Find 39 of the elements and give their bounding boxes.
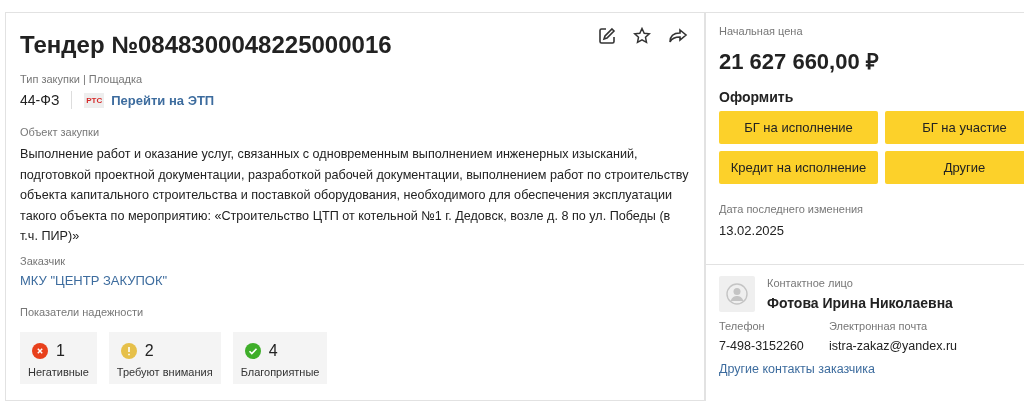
field-label: Тип закупки | Площадка xyxy=(20,73,144,85)
section-heading: Оформить xyxy=(719,89,795,105)
customer-link[interactable]: МКУ "ЦЕНТР ЗАКУПОК" xyxy=(20,272,168,288)
apply-button[interactable]: БГ на участие xyxy=(885,111,1024,144)
field-label: Показатели надежности xyxy=(20,305,145,318)
contact-name: Фотова Ирина Николаевна xyxy=(767,295,953,311)
reliability-count: 2 xyxy=(144,341,154,360)
edit-icon[interactable] xyxy=(598,27,616,45)
reliability-label: Требуют внимания xyxy=(116,365,213,378)
field-label: Контактное лицо xyxy=(767,277,854,289)
contacts-link[interactable]: Другие контакты заказчика xyxy=(719,362,876,376)
reliability-count: 4 xyxy=(268,341,278,360)
field-label: Заказчик xyxy=(20,254,67,267)
tender-title: Тендер №0848300048225000016 xyxy=(20,31,392,59)
law-value: 44-ФЗ xyxy=(20,92,60,108)
reliability-tile[interactable]: 4 Благоприятные xyxy=(232,331,328,384)
reliability-tile[interactable]: 2 Требуют внимания xyxy=(108,331,221,384)
reliability-label: Благоприятные xyxy=(240,365,320,378)
reliability-label: Негативные xyxy=(28,365,89,378)
email-value: istra-zakaz@yandex.ru xyxy=(829,339,958,353)
procurement-object-text: Выполнение работ и оказание услуг, связанных с одновременным выполнением инженерных изысканий, подготовкой проектной документации, разработкой рабочей документации, выполнением работ по строительству объекта капитального строительства и поставкой оборудования, необходимого для обеспечения эксплуатации такого объекта по мероприятию: «Строительство ЦТП от котельной №1 г. Дедовск, возле д. 8 по ул. Победы (в т.ч. ПИР)» xyxy=(20,146,690,245)
field-label: Дата последнего изменения xyxy=(719,203,865,215)
platform-logo: РТС xyxy=(84,92,105,108)
price-value: 21 627 660,00 ₽ xyxy=(719,48,880,75)
apply-button[interactable]: Кредит на исполнение xyxy=(719,151,878,184)
share-icon[interactable] xyxy=(668,28,688,44)
apply-button[interactable]: Другие xyxy=(885,151,1024,184)
avatar-icon xyxy=(719,276,755,312)
reliability-tile[interactable]: 1 Негативные xyxy=(20,331,97,384)
star-icon[interactable] xyxy=(633,27,651,45)
field-label: Телефон xyxy=(719,320,766,332)
platform-link[interactable]: Перейти на ЭТП xyxy=(111,92,215,108)
reliability-count: 1 xyxy=(56,341,65,360)
date-value: 13.02.2025 xyxy=(719,223,786,238)
phone-value: 7-498-3152260 xyxy=(719,339,805,353)
field-label: Начальная цена xyxy=(719,25,804,37)
field-label: Объект закупки xyxy=(20,126,101,138)
field-label: Электронная почта xyxy=(829,320,929,332)
apply-button[interactable]: БГ на исполнение xyxy=(719,111,878,144)
